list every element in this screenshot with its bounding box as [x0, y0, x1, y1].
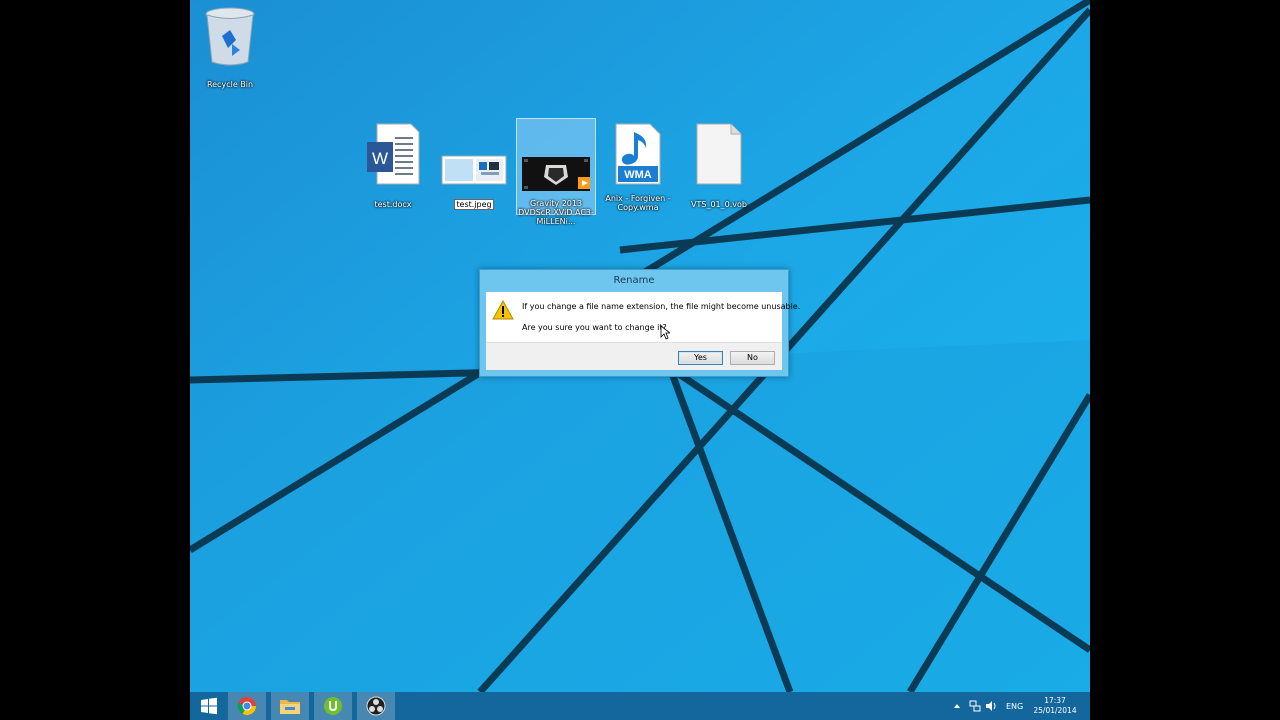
desktop-icon-test-jpeg[interactable]: test.jpeg: [434, 152, 514, 211]
taskbar: ENG 17:37 25/01/2014: [190, 692, 1090, 720]
network-icon: [969, 700, 981, 712]
network-tray-button[interactable]: [969, 692, 981, 720]
desktop-icon-label: VTS_01_0.vob: [691, 200, 747, 209]
start-button[interactable]: [190, 692, 228, 720]
desktop-icon-wma-audio[interactable]: WMA Anix - Forgiven - Copy.wma: [598, 122, 678, 214]
taskbar-obs[interactable]: [357, 692, 395, 720]
taskbar-file-explorer[interactable]: [271, 692, 309, 720]
desktop-icon-label: Recycle Bin: [206, 80, 254, 89]
taskbar-utorrent[interactable]: [314, 692, 352, 720]
yes-button[interactable]: Yes: [678, 351, 723, 365]
desktop-icon-label: test.docx: [374, 200, 412, 209]
clock[interactable]: 17:37 25/01/2014: [1030, 696, 1080, 716]
wma-audio-icon: WMA: [615, 123, 661, 185]
image-file-icon: [441, 155, 507, 185]
language-indicator[interactable]: ENG: [1006, 692, 1023, 720]
rename-dialog: Rename If you change a file name extensi…: [479, 269, 800, 377]
chevron-up-icon: [954, 704, 960, 708]
speaker-icon: [986, 701, 996, 711]
desktop-icon-vob[interactable]: VTS_01_0.vob: [679, 122, 759, 211]
windows-start-icon: [201, 697, 217, 715]
volume-tray-button[interactable]: [985, 692, 997, 720]
dialog-button-bar: Yes No: [486, 342, 782, 370]
warning-icon: [492, 300, 514, 320]
taskbar-chrome[interactable]: [228, 692, 266, 720]
dialog-title: Rename: [613, 275, 655, 286]
word-document-icon: W: [367, 123, 420, 185]
mouse-cursor-icon: [660, 325, 670, 340]
no-button[interactable]: No: [730, 351, 775, 365]
chrome-icon: [237, 697, 256, 716]
desktop: Recycle Bin W test.docx test.jpeg Gravit…: [190, 0, 1090, 720]
blank-file-icon: [696, 123, 742, 185]
recycle-bin-icon: [205, 7, 255, 66]
dialog-body: If you change a file name extension, the…: [486, 292, 800, 342]
desktop-icon-label: Anix - Forgiven - Copy.wma: [605, 194, 671, 212]
video-file-icon: [522, 157, 590, 191]
dialog-message: If you change a file name extension, the…: [522, 302, 801, 311]
word-badge: W: [372, 149, 388, 168]
desktop-icon-gravity-video[interactable]: Gravity 2013 DVDScR XViD AC3-MiLLENi...: [516, 118, 596, 226]
desktop-icon-test-docx[interactable]: W test.docx: [353, 122, 433, 211]
obs-icon: [366, 696, 386, 716]
show-hidden-icons-button[interactable]: [953, 692, 961, 720]
utorrent-icon: [324, 697, 342, 715]
desktop-icon-label: Gravity 2013 DVDScR XViD AC3-MiLLENi...: [518, 199, 594, 226]
dialog-question: Are you sure you want to change it?: [522, 323, 667, 332]
rename-textbox[interactable]: test.jpeg: [454, 199, 494, 210]
file-explorer-icon: [280, 700, 300, 714]
clock-time: 17:37: [1044, 696, 1066, 705]
wma-badge: WMA: [624, 169, 652, 181]
clock-date: 25/01/2014: [1033, 706, 1077, 715]
desktop-icon-recycle-bin[interactable]: Recycle Bin: [190, 4, 270, 91]
